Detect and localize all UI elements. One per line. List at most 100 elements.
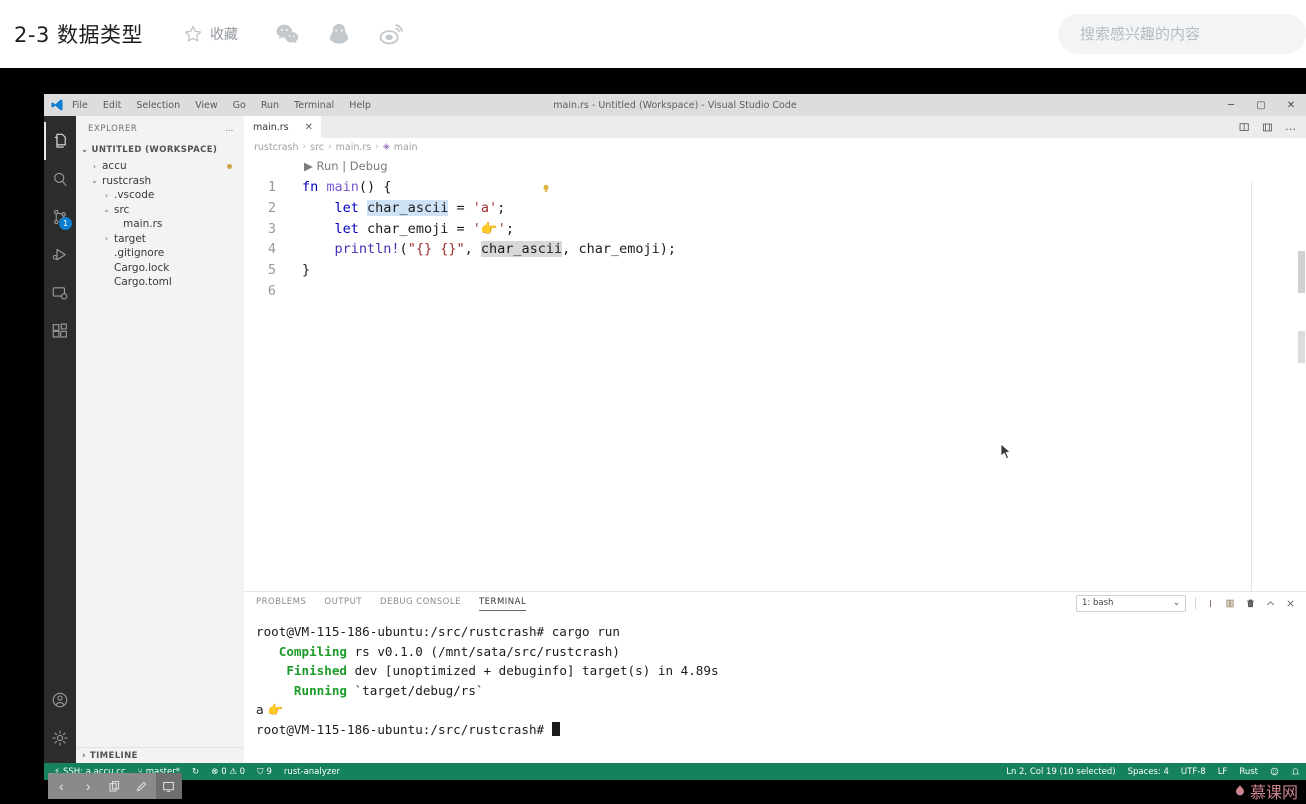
tree-item-label: src: [114, 203, 130, 216]
status-errors-warnings[interactable]: ⊗ 0 ⚠ 0: [205, 767, 251, 777]
status-ports[interactable]: ⛉ 9: [251, 767, 278, 777]
tree-item-target[interactable]: › target: [76, 232, 244, 247]
editor-tab-bar: main.rs ✕ …: [244, 116, 1306, 138]
token-equals: =: [456, 199, 465, 216]
codelens-run-link[interactable]: Run: [317, 159, 339, 173]
breadcrumb-item-rustcrash[interactable]: rustcrash: [254, 142, 299, 153]
terminal-status-running: Running: [293, 682, 347, 698]
terminal-selector-dropdown[interactable]: 1: bash ⌄: [1076, 594, 1186, 612]
toolbar-forward-button[interactable]: ›: [75, 773, 101, 799]
search-box[interactable]: [1058, 14, 1306, 54]
tree-item-main-rs[interactable]: main.rs: [76, 217, 244, 232]
activity-bar-item-search[interactable]: [44, 160, 76, 198]
token-char-emoji-usage: char_emoji: [578, 241, 660, 258]
maximize-button[interactable]: ▢: [1246, 94, 1276, 116]
tree-item-accu[interactable]: › accu: [76, 159, 244, 174]
accounts-icon: [52, 692, 68, 708]
explorer-more-icon[interactable]: …: [225, 124, 234, 134]
status-sync-changes[interactable]: ↻: [186, 767, 205, 777]
panel-tab-debug-console[interactable]: DEBUG CONSOLE: [380, 597, 461, 609]
explorer-header: EXPLORER …: [76, 116, 244, 142]
editor-scrollbar-thumb[interactable]: [1298, 251, 1305, 293]
menu-item-edit[interactable]: Edit: [103, 100, 121, 111]
codelens-run-debug[interactable]: ▶ Run | Debug: [304, 159, 388, 173]
play-icon[interactable]: ▶: [304, 159, 313, 173]
activity-bar-item-extensions[interactable]: [44, 312, 76, 350]
tree-item-cargo-lock[interactable]: Cargo.lock: [76, 261, 244, 276]
token-emoji-literal: 👉: [480, 220, 498, 237]
qq-icon[interactable]: [326, 21, 352, 47]
token-parens-brace: () {: [358, 179, 392, 195]
wechat-icon[interactable]: [274, 21, 300, 47]
editor-tab-main-rs[interactable]: main.rs ✕: [244, 116, 322, 138]
close-panel-icon[interactable]: [1285, 598, 1296, 609]
status-cursor-position[interactable]: Ln 2, Col 19 (10 selected): [1000, 767, 1121, 777]
menu-item-go[interactable]: Go: [233, 100, 246, 111]
close-icon[interactable]: ✕: [305, 122, 313, 133]
tree-item-rustcrash[interactable]: ⌄ rustcrash: [76, 174, 244, 189]
panel-tab-output[interactable]: OUTPUT: [324, 597, 362, 609]
activity-bar-item-explorer[interactable]: [44, 122, 76, 160]
menu-item-view[interactable]: View: [195, 100, 218, 111]
status-rust-analyzer[interactable]: rust-analyzer: [278, 767, 346, 777]
codelens-debug-link[interactable]: Debug: [350, 159, 388, 173]
new-terminal-icon[interactable]: [1205, 598, 1216, 609]
favorite-button[interactable]: 收藏: [183, 24, 238, 44]
menu-item-file[interactable]: File: [72, 100, 88, 111]
search-input[interactable]: [1058, 25, 1306, 43]
toolbar-screen-share-button[interactable]: [155, 773, 182, 799]
menu-item-help[interactable]: Help: [349, 100, 371, 111]
tree-item-src[interactable]: ⌄ src: [76, 203, 244, 218]
code-content[interactable]: 1 fn main() { 2 let char_ascii = 'a'; 3 l…: [244, 177, 676, 302]
activity-bar-item-source-control[interactable]: 1: [44, 198, 76, 236]
menu-item-terminal[interactable]: Terminal: [294, 100, 334, 111]
status-language-mode[interactable]: Rust: [1233, 767, 1264, 777]
activity-bar-item-accounts[interactable]: [44, 681, 76, 719]
activity-bar-item-remote-explorer[interactable]: [44, 274, 76, 312]
kill-terminal-icon[interactable]: [1245, 598, 1256, 609]
activity-bar-item-settings[interactable]: [44, 719, 76, 757]
line-number: 2: [267, 199, 276, 216]
weibo-icon[interactable]: [378, 21, 404, 47]
workspace-section-header[interactable]: ⌄ UNTITLED (WORKSPACE): [76, 142, 244, 158]
menu-item-selection[interactable]: Selection: [136, 100, 180, 111]
terminal-output[interactable]: root@VM-115-186-ubuntu:/src/rustcrash# c…: [244, 614, 1306, 763]
page-title: 2-3 数据类型: [14, 23, 143, 47]
terminal-text: dev [unoptimized + debuginfo] target(s) …: [347, 663, 719, 679]
toolbar-back-button[interactable]: ‹: [48, 773, 74, 799]
breadcrumb-item-main-symbol[interactable]: main: [394, 142, 418, 153]
token-comma: ,: [464, 241, 473, 258]
maximize-panel-icon[interactable]: [1265, 598, 1276, 609]
minimize-button[interactable]: ─: [1216, 94, 1246, 116]
panel-tab-terminal[interactable]: TERMINAL: [478, 597, 527, 611]
split-terminal-icon[interactable]: [1225, 598, 1236, 609]
toolbar-pencil-button[interactable]: [129, 773, 155, 799]
split-editor-icon[interactable]: [1239, 122, 1250, 133]
breadcrumb-item-src[interactable]: src: [310, 142, 324, 153]
close-button[interactable]: ✕: [1276, 94, 1306, 116]
editor-layout-icon[interactable]: [1262, 122, 1273, 133]
panel-tab-problems[interactable]: PROBLEMS: [256, 597, 306, 609]
tree-item-gitignore[interactable]: .gitignore: [76, 246, 244, 261]
more-actions-icon[interactable]: …: [1285, 121, 1296, 132]
status-indentation[interactable]: Spaces: 4: [1122, 767, 1175, 777]
status-encoding[interactable]: UTF-8: [1175, 767, 1212, 777]
menu-item-run[interactable]: Run: [261, 100, 279, 111]
status-notifications[interactable]: [1285, 767, 1306, 776]
modified-dot-indicator: [227, 163, 232, 169]
tree-item-cargo-toml[interactable]: Cargo.toml: [76, 275, 244, 290]
toolbar-copy-button[interactable]: [102, 773, 128, 799]
line-number: 3: [267, 220, 276, 237]
watermark-label: 慕课网: [1249, 783, 1298, 802]
status-eol[interactable]: LF: [1212, 767, 1234, 777]
tree-item-vscode[interactable]: › .vscode: [76, 188, 244, 203]
code-editor-area[interactable]: ▶ Run | Debug 1 fn main() { 2 let char_as…: [244, 156, 1306, 591]
activity-bar-item-run-debug[interactable]: [44, 236, 76, 274]
timeline-section-header[interactable]: › TIMELINE: [76, 747, 244, 763]
status-feedback[interactable]: [1264, 767, 1285, 776]
terminal-status-finished: Finished: [286, 663, 348, 679]
breadcrumb-item-main-rs[interactable]: main.rs: [336, 142, 372, 153]
breadcrumb: rustcrash › src › main.rs › ◈ main: [244, 138, 1306, 156]
line-number: 4: [267, 241, 276, 258]
editor-scrollbar-thumb-secondary[interactable]: [1298, 331, 1305, 363]
